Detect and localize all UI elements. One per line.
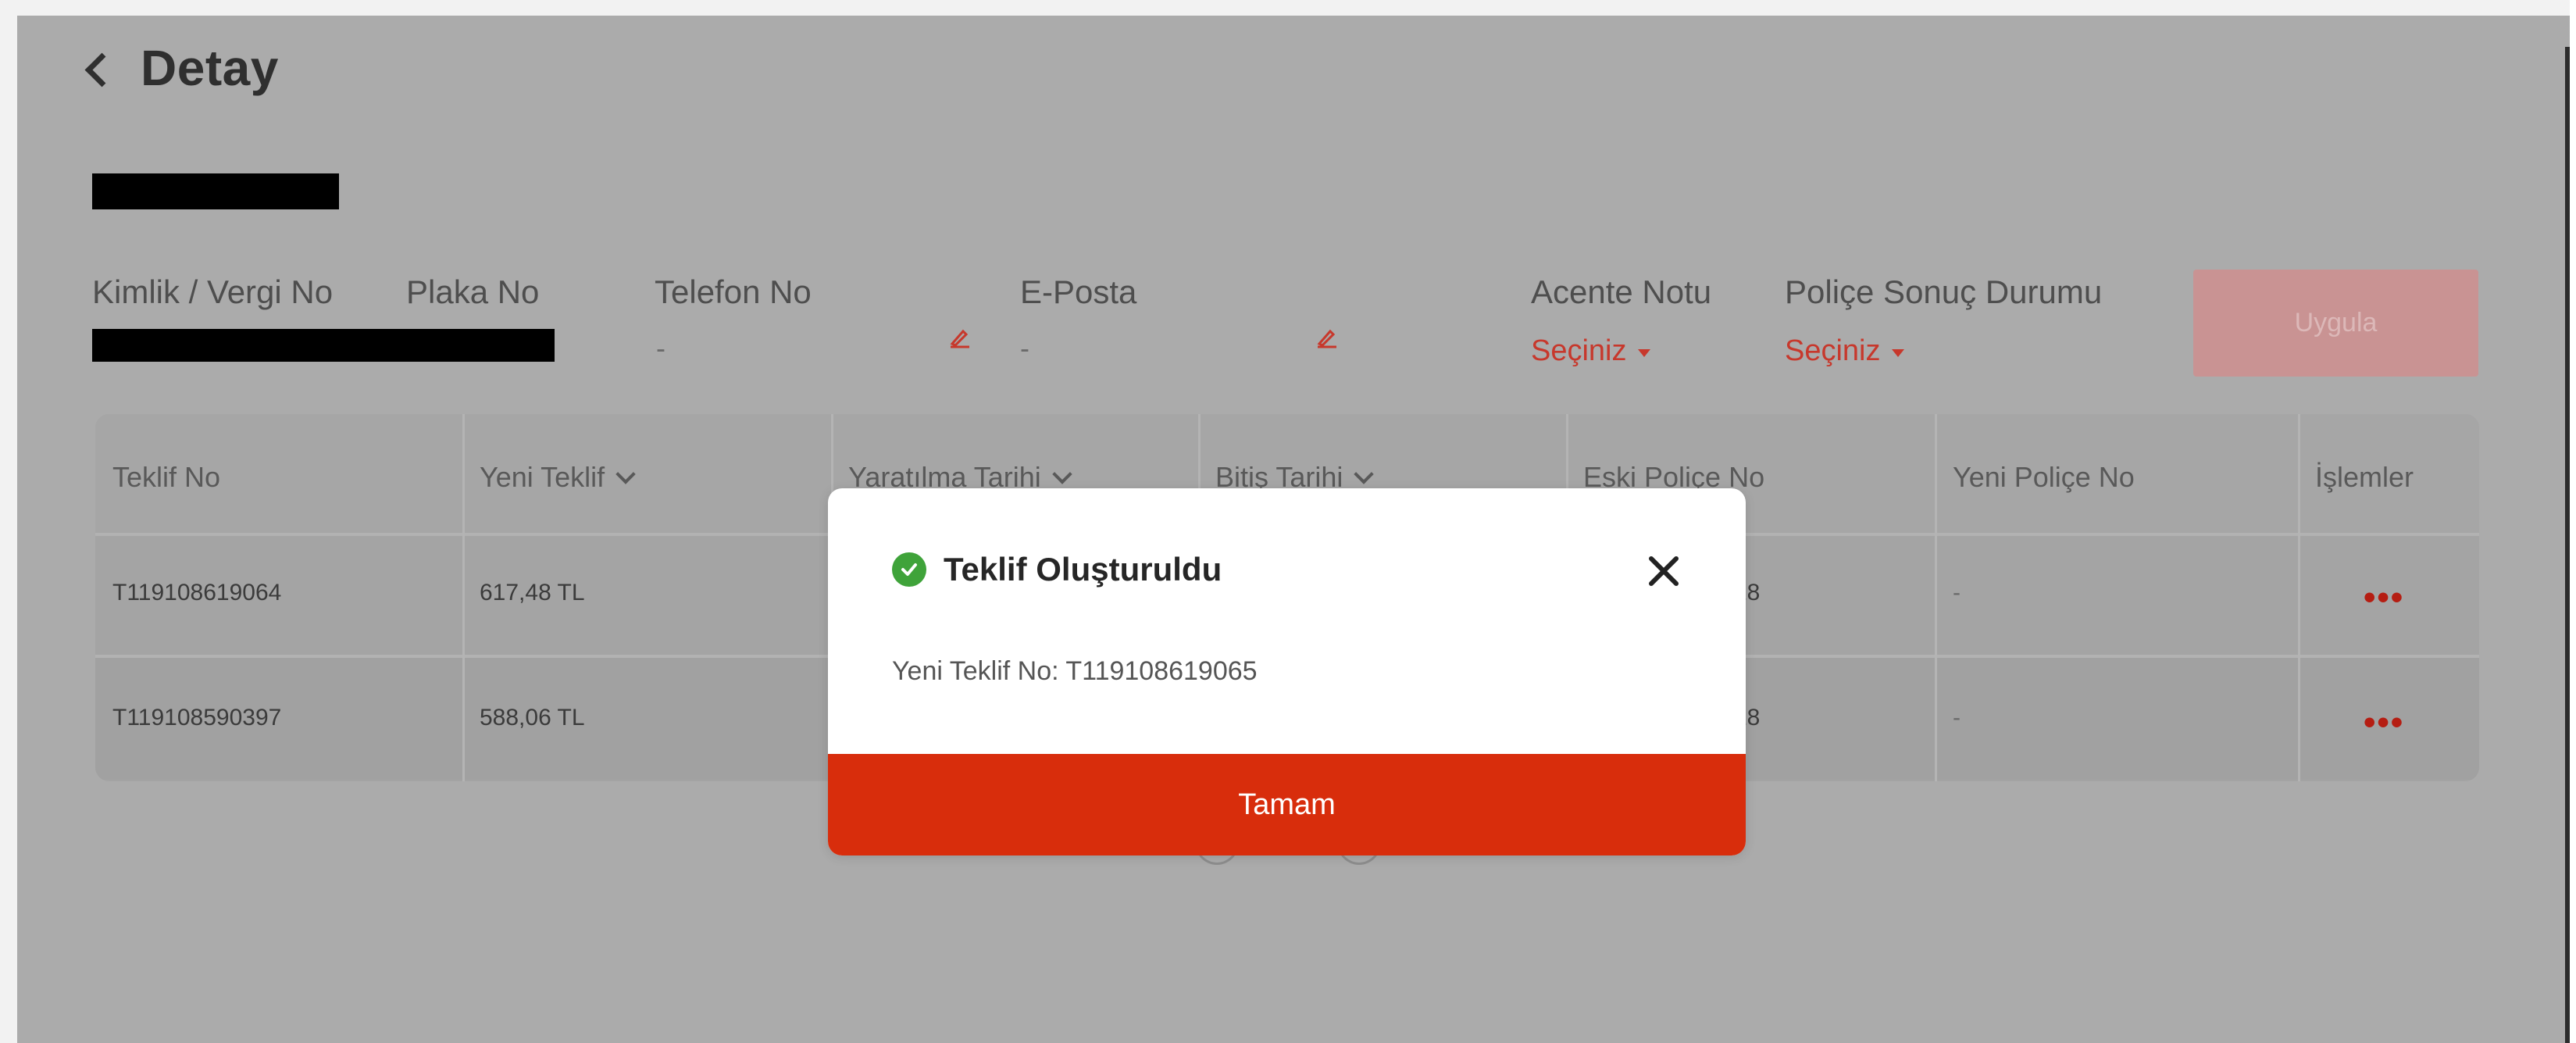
telefon-value: -: [656, 332, 665, 364]
window-top-edge: [0, 0, 2576, 16]
redacted-customer-name: [92, 173, 339, 209]
cell-yeni-teklif: 588,06 TL: [480, 705, 585, 730]
window-left-edge: [0, 0, 17, 1043]
dialog-header: Teklif Oluşturuldu: [892, 551, 1222, 588]
column-divider: [2298, 414, 2300, 781]
eposta-label: E-Posta: [1020, 273, 1137, 310]
edit-telefon-icon[interactable]: [949, 327, 971, 348]
success-check-icon: [892, 552, 926, 587]
dialog-title: Teklif Oluşturuldu: [944, 551, 1222, 588]
col-yeni-police-no: Yeni Poliçe No: [1953, 461, 2135, 493]
cell-yeni-police-no: -: [1953, 705, 1961, 730]
acente-notu-select[interactable]: Seçiniz: [1531, 334, 1650, 368]
back-chevron-icon[interactable]: [84, 52, 120, 87]
offer-created-dialog: Teklif Oluşturuldu Yeni Teklif No: T1191…: [828, 488, 1746, 855]
col-yeni-teklif[interactable]: Yeni Teklif: [480, 461, 636, 494]
plaka-label: Plaka No: [406, 273, 540, 310]
police-sonuc-label: Poliçe Sonuç Durumu: [1785, 273, 2103, 310]
sort-chevron-icon: [1052, 464, 1072, 484]
caret-down-icon: [1891, 348, 1904, 357]
ok-button[interactable]: Tamam: [828, 754, 1746, 855]
cell-yeni-teklif: 617,48 TL: [480, 580, 585, 605]
column-divider: [1935, 414, 1937, 781]
police-sonuc-select[interactable]: Seçiniz: [1785, 334, 1904, 368]
col-islemler: İşlemler: [2315, 461, 2414, 493]
apply-button[interactable]: Uygula: [2193, 270, 2478, 377]
telefon-label: Telefon No: [655, 273, 812, 310]
edit-eposta-icon[interactable]: [1316, 327, 1338, 348]
police-sonuc-value: Seçiniz: [1785, 334, 1881, 367]
close-icon[interactable]: [1643, 551, 1684, 591]
cell-teklif-no: T119108619064: [112, 580, 282, 605]
caret-down-icon: [1637, 348, 1650, 357]
page-header: Detay: [84, 39, 279, 97]
acente-notu-label: Acente Notu: [1531, 273, 1712, 310]
row-actions-menu-icon[interactable]: •••: [2364, 578, 2404, 617]
acente-notu-value: Seçiniz: [1531, 334, 1627, 367]
eposta-value: -: [1020, 332, 1029, 364]
cell-yeni-police-no: -: [1953, 580, 1961, 605]
kimlik-label: Kimlik / Vergi No: [92, 273, 334, 310]
redacted-id-plate-values: [92, 329, 555, 362]
dialog-message: Yeni Teklif No: T119108619065: [892, 656, 1258, 686]
page-title: Detay: [141, 40, 279, 96]
sort-chevron-icon: [1354, 464, 1375, 484]
row-actions-menu-icon[interactable]: •••: [2364, 703, 2404, 742]
col-teklif-no: Teklif No: [112, 461, 221, 493]
sort-chevron-icon: [615, 464, 636, 484]
window-right-edge: [2570, 0, 2576, 1043]
cell-teklif-no: T119108590397: [112, 705, 282, 730]
column-divider: [462, 414, 465, 781]
